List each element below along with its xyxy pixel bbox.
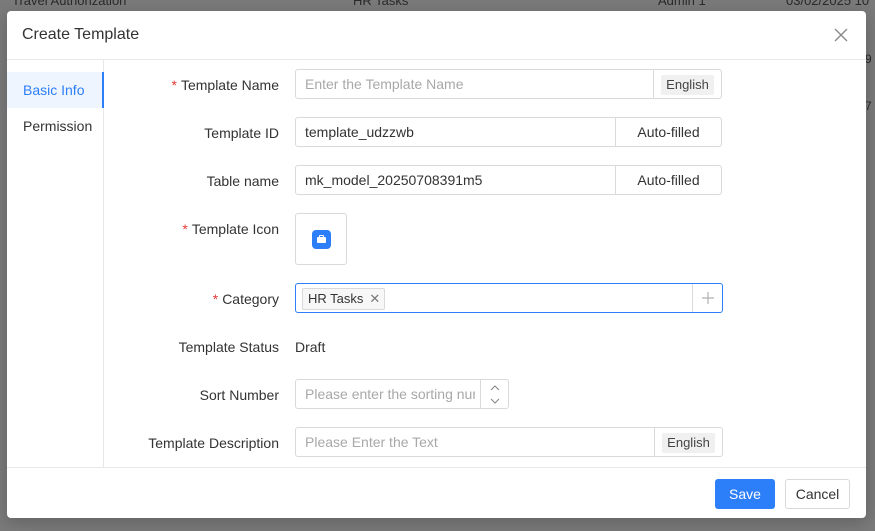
table-name-input[interactable]: mk_model_20250708391m5 Auto-filled — [295, 165, 722, 195]
required-marker: * — [182, 221, 188, 237]
close-icon[interactable] — [832, 26, 850, 44]
briefcase-icon — [312, 230, 331, 249]
template-icon-label: * Template Icon — [182, 221, 279, 237]
template-icon-label-text: Template Icon — [191, 221, 279, 237]
template-name-label-text: Template Name — [180, 77, 279, 93]
sort-number-label: Sort Number — [199, 387, 279, 403]
required-marker: * — [212, 291, 219, 307]
sort-number-input[interactable]: Please enter the sorting number — [295, 379, 509, 409]
table-name-value: mk_model_20250708391m5 — [305, 172, 483, 188]
template-description-label: Template Description — [148, 435, 279, 451]
create-template-dialog: Create Template Basic Info Permission * T… — [7, 11, 866, 518]
language-addon[interactable]: English — [653, 70, 721, 98]
template-icon-picker[interactable] — [295, 213, 347, 265]
dialog-title: Create Template — [22, 26, 140, 43]
category-tag-label: HR Tasks — [308, 291, 364, 306]
background-cell: 7 — [865, 99, 872, 113]
dialog-header: Create Template — [7, 11, 866, 60]
background-cell: Travel Authorization — [12, 0, 127, 8]
auto-filled-addon: Auto-filled — [615, 166, 721, 194]
chevron-down-icon[interactable] — [489, 394, 501, 406]
save-button[interactable]: Save — [715, 479, 775, 509]
dialog-footer: Save Cancel — [7, 467, 866, 518]
plus-icon[interactable] — [692, 284, 722, 312]
template-status-value: Draft — [295, 339, 326, 355]
auto-filled-addon: Auto-filled — [615, 118, 721, 146]
background-cell: Admin 1 — [658, 0, 706, 8]
sort-number-stepper[interactable] — [480, 380, 508, 408]
sort-number-placeholder: Please enter the sorting number — [305, 386, 475, 402]
template-name-placeholder: Enter the Template Name — [305, 76, 464, 92]
category-select[interactable]: HR Tasks ✕ — [295, 283, 723, 313]
template-status-label: Template Status — [178, 339, 279, 355]
background-cell: 03/02/2025 10 — [786, 0, 870, 8]
template-description-placeholder: Please Enter the Text — [305, 434, 438, 450]
table-name-label: Table name — [206, 173, 279, 189]
category-tag: HR Tasks ✕ — [302, 288, 386, 310]
template-description-input[interactable]: Please Enter the Text English — [295, 427, 723, 457]
template-id-value: template_udzzwb — [305, 124, 414, 140]
category-label-text: Category — [222, 291, 279, 307]
cancel-button[interactable]: Cancel — [785, 479, 850, 509]
tab-permission[interactable]: Permission — [7, 108, 104, 144]
chevron-up-icon[interactable] — [489, 381, 501, 393]
remove-tag-icon[interactable]: ✕ — [369, 291, 380, 306]
required-marker: * — [171, 77, 177, 93]
template-id-label: Template ID — [204, 125, 279, 141]
template-name-input[interactable]: Enter the Template Name English — [295, 69, 722, 99]
background-cell: 9 — [865, 52, 872, 66]
tab-basic-info[interactable]: Basic Info — [7, 72, 104, 108]
background-cell: HR Tasks — [353, 0, 409, 8]
category-label: * Category — [213, 291, 279, 307]
language-tag: English — [662, 433, 715, 453]
template-name-label: * Template Name — [172, 77, 280, 93]
template-id-input[interactable]: template_udzzwb Auto-filled — [295, 117, 722, 147]
side-tabs: Basic Info Permission — [7, 60, 104, 467]
template-form: * Template Name Enter the Template Name E… — [105, 60, 866, 467]
language-tag: English — [661, 75, 714, 95]
language-addon[interactable]: English — [654, 428, 722, 456]
